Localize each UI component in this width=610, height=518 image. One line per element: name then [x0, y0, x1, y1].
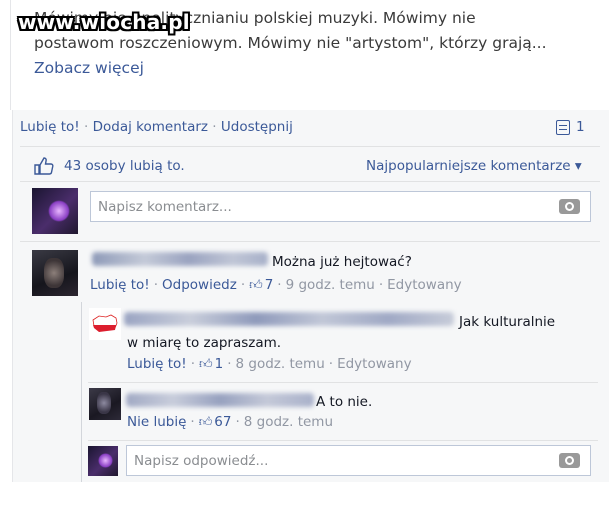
reply-input-placeholder: Napisz odpowiedź... — [134, 452, 269, 469]
comment-text: Można już hejtować? — [272, 254, 412, 270]
comment-like-link[interactable]: Lubię to! — [90, 277, 150, 293]
reply-input[interactable]: Napisz odpowiedź... — [126, 445, 591, 476]
reply2-likes[interactable]: 👍︎ 67 — [199, 414, 232, 430]
avatar-figure — [44, 258, 64, 288]
separator: · — [227, 356, 232, 372]
poland-flag-icon — [92, 314, 118, 332]
reply2-timestamp[interactable]: 8 godz. temu — [244, 414, 333, 430]
separator: · — [84, 119, 89, 135]
separator: · — [153, 277, 159, 293]
comment-input[interactable]: Napisz komentarz... — [90, 191, 591, 222]
page-background — [0, 482, 610, 518]
like-link[interactable]: Lubię to! — [20, 119, 80, 135]
separator: · — [328, 356, 334, 372]
thumbs-up-small-icon: 👍︎ — [199, 356, 213, 372]
post-border — [10, 0, 11, 110]
reply-edited[interactable]: Edytowany — [337, 356, 412, 372]
reply-text-line1: Jak kulturalnie — [459, 314, 556, 330]
comment-meta: Lubię to! · Odpowiedz · 👍︎ 7 · 9 godz. temu ·… — [90, 277, 462, 293]
camera-icon[interactable] — [559, 198, 580, 214]
thumbs-up-small-icon: 👍︎ — [198, 414, 213, 430]
post-body: Mówimy nie upolitycznianiu polskiej muzy… — [0, 0, 610, 110]
divider — [88, 382, 598, 383]
reply-like-link[interactable]: Lubię to! — [127, 356, 187, 372]
reply2-text: A to nie. — [316, 394, 373, 410]
current-user-avatar-small — [88, 446, 118, 476]
comment-edited[interactable]: Edytowany — [387, 277, 462, 293]
watermark: www.wiocha.pl — [18, 10, 190, 34]
divider — [20, 181, 600, 182]
avatar-glow — [98, 453, 113, 468]
reply-meta: Lubię to! · 👍︎ 1 · 8 godz. temu · Edytowany — [127, 356, 412, 372]
reply-author-blurred[interactable] — [124, 312, 454, 326]
divider — [20, 241, 600, 242]
separator: · — [277, 277, 282, 293]
reply2-unlike-link[interactable]: Nie lubię — [127, 414, 186, 430]
reply2-meta: Nie lubię · 👍︎ 67 · 8 godz. temu — [127, 414, 333, 430]
comment-likes-count: 7 — [264, 277, 274, 293]
reply-likes-count: 1 — [214, 356, 224, 372]
commenter-name-blurred[interactable] — [92, 252, 268, 266]
avatar-figure — [97, 392, 111, 414]
reply-likes[interactable]: 👍︎ 1 — [199, 356, 223, 372]
reply2-author-blurred[interactable] — [126, 393, 314, 407]
likes-count-text: 43 osoby lubią to. — [64, 158, 185, 174]
thumbs-up-small-icon: 👍︎ — [249, 277, 263, 293]
divider — [20, 146, 600, 147]
comment-input-placeholder: Napisz komentarz... — [98, 198, 232, 215]
comment-likes[interactable]: 👍︎ 7 — [249, 277, 273, 293]
sort-comments-dropdown[interactable]: Najpopularniejsze komentarze ▾ — [366, 158, 582, 174]
separator: · — [212, 119, 217, 135]
likes-summary[interactable]: 43 osoby lubią to. — [34, 157, 185, 175]
reply2-likes-count: 67 — [214, 414, 232, 430]
post-actions: Lubię to! · Dodaj komentarz · Udostępnij — [20, 119, 293, 135]
comment-count-value: 1 — [576, 119, 585, 135]
reply-avatar-flag[interactable] — [89, 308, 121, 340]
reply2-avatar[interactable] — [89, 388, 121, 420]
add-comment-link[interactable]: Dodaj komentarz — [93, 119, 208, 135]
comment-count-icon — [556, 119, 570, 135]
reply-text-line2: w miarę to zapraszam. — [127, 335, 282, 351]
see-more-link[interactable]: Zobacz więcej — [34, 59, 144, 77]
reply-timestamp[interactable]: 8 godz. temu — [236, 356, 325, 372]
avatar-glow — [48, 200, 70, 222]
separator: · — [240, 277, 246, 293]
comment-count[interactable]: 1 — [556, 119, 585, 135]
divider — [88, 440, 598, 441]
separator: · — [190, 414, 195, 430]
share-link[interactable]: Udostępnij — [221, 119, 293, 135]
current-user-avatar — [32, 188, 78, 234]
comment-timestamp[interactable]: 9 godz. temu — [286, 277, 375, 293]
camera-icon[interactable] — [559, 452, 580, 468]
comment-reply-link[interactable]: Odpowiedz — [162, 277, 237, 293]
separator: · — [235, 414, 240, 430]
separator: · — [378, 277, 384, 293]
thumbs-up-icon — [34, 157, 54, 175]
separator: · — [190, 356, 196, 372]
commenter-avatar[interactable] — [32, 250, 78, 296]
